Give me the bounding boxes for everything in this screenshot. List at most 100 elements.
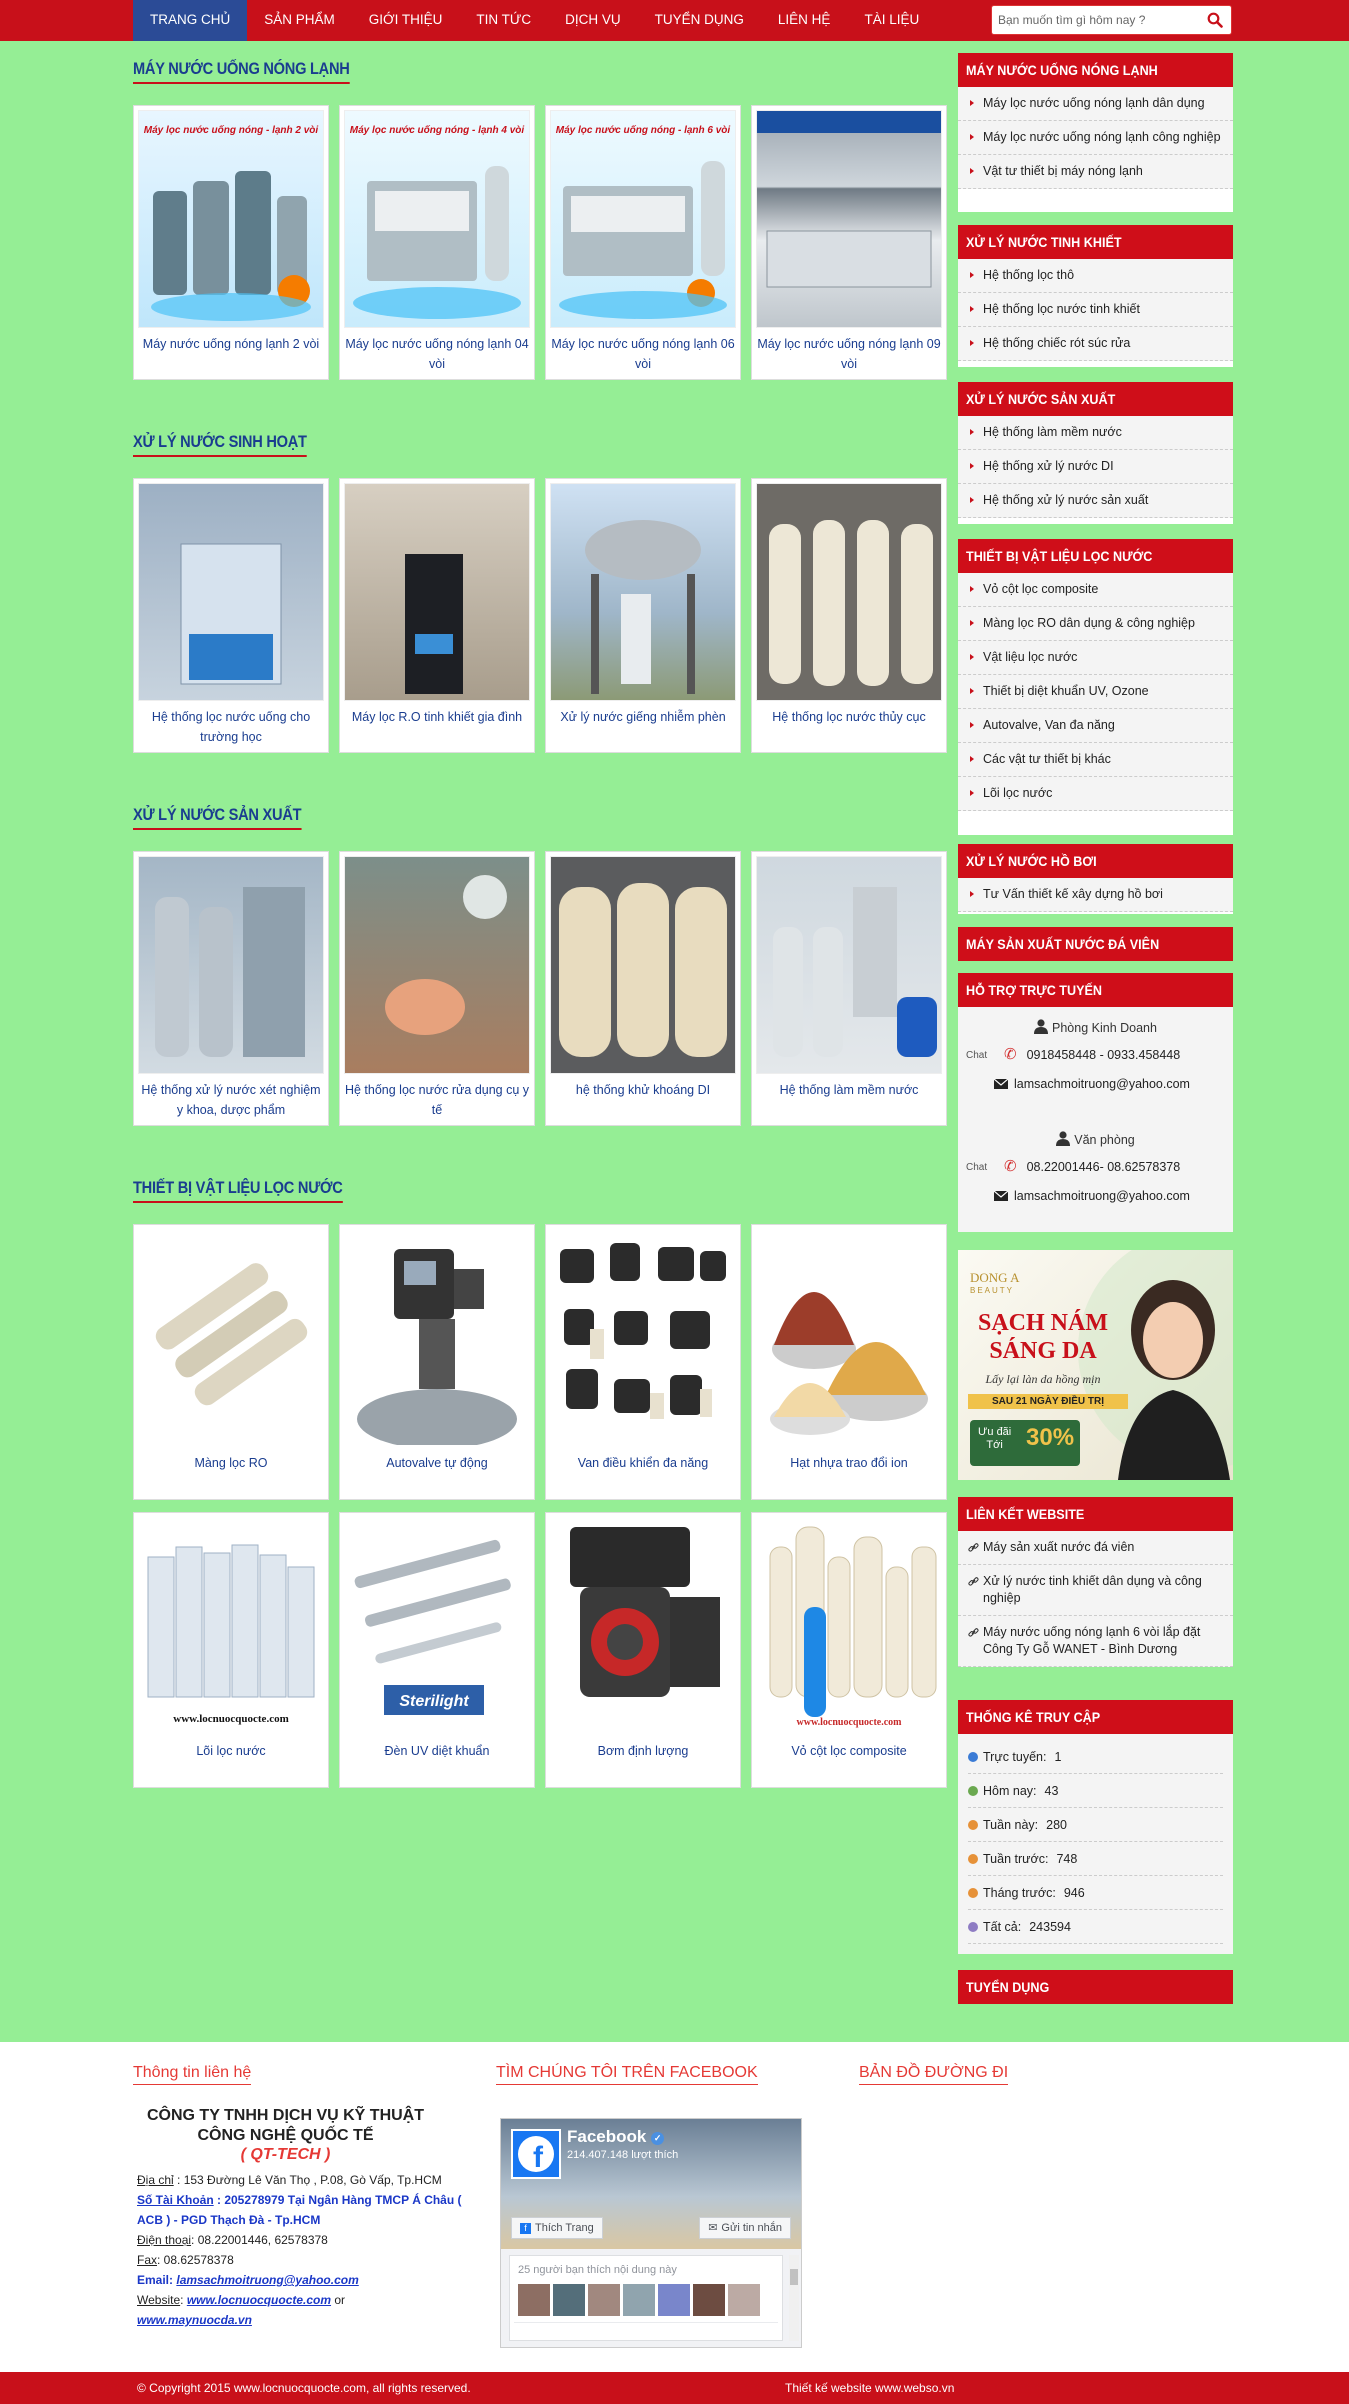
product-image[interactable] <box>344 856 530 1074</box>
avatar[interactable] <box>623 2284 655 2316</box>
section-title[interactable]: Xử lý nước sản xuất <box>133 805 302 830</box>
product-image[interactable] <box>550 483 736 701</box>
sidebar-item[interactable]: Hệ thống xử lý nước DI <box>958 450 1233 484</box>
product-name[interactable]: Vỏ cột lọc composite <box>756 1741 942 1761</box>
product-card[interactable]: Xử lý nước giếng nhiễm phèn <box>545 478 741 753</box>
product-image[interactable] <box>756 483 942 701</box>
product-card[interactable]: www.locnuocquocte.com Lõi lọc nước <box>133 1512 329 1788</box>
product-name[interactable]: hệ thống khử khoáng DI <box>550 1080 736 1100</box>
product-name[interactable]: Hệ thống lọc nước thủy cục <box>756 707 942 727</box>
product-image[interactable]: www.locnuocquocte.com <box>756 1517 942 1735</box>
support-phone[interactable]: ✆ 08.22001446- 08.62578378 <box>1004 1157 1180 1175</box>
product-card[interactable]: Hệ thống lọc nước rửa dụng cụ y tế <box>339 851 535 1126</box>
avatar[interactable] <box>658 2284 690 2316</box>
facebook-logo-icon[interactable]: f <box>511 2129 561 2179</box>
product-card[interactable]: Hạt nhựa trao đổi ion <box>751 1224 947 1500</box>
avatar[interactable] <box>693 2284 725 2316</box>
product-image[interactable] <box>756 1229 942 1447</box>
sidebar-item[interactable]: Autovalve, Van đa năng <box>958 709 1233 743</box>
product-image[interactable] <box>138 856 324 1074</box>
sidebar-item[interactable]: Vỏ cột lọc composite <box>958 573 1233 607</box>
sidebar-item[interactable]: Tư Vấn thiết kế xây dựng hồ bơi <box>958 878 1233 912</box>
product-name[interactable]: Hệ thống xử lý nước xét nghiệm y khoa, d… <box>138 1080 324 1120</box>
nav-lien-he[interactable]: Liên hệ <box>761 0 848 41</box>
product-card[interactable]: Autovalve tự động <box>339 1224 535 1500</box>
search-input[interactable] <box>992 6 1197 34</box>
nav-san-pham[interactable]: Sản phẩm <box>247 0 352 41</box>
website-link[interactable]: Máy nước uống nóng lạnh 6 vòi lắp đặt Cô… <box>958 1616 1233 1667</box>
product-name[interactable]: Xử lý nước giếng nhiễm phèn <box>550 707 736 727</box>
support-email[interactable]: lamsachmoitruong@yahoo.com <box>993 1077 1190 1092</box>
product-card[interactable]: Màng lọc RO <box>133 1224 329 1500</box>
website-link[interactable]: Xử lý nước tinh khiết dân dụng và công n… <box>958 1565 1233 1616</box>
section-title[interactable]: Thiết bị vật liệu lọc nước <box>133 1178 343 1203</box>
sidebar-box-title[interactable]: Thiết bị vật liệu lọc nước <box>958 539 1233 573</box>
sidebar-item[interactable]: Các vật tư thiết bị khác <box>958 743 1233 777</box>
nav-gioi-thieu[interactable]: Giới thiệu <box>352 0 460 41</box>
product-name[interactable]: Máy lọc nước uống nóng lạnh 09 vòi <box>756 334 942 374</box>
ad-banner[interactable]: DONG A BEAUTY SẠCH NÁM SÁNG DA Lấy lại l… <box>958 1250 1233 1480</box>
product-card[interactable]: Hệ thống lọc nước thủy cục <box>751 478 947 753</box>
sidebar-item[interactable]: Màng lọc RO dân dụng & công nghiệp <box>958 607 1233 641</box>
product-image[interactable]: Máy lọc nước uống nóng - lạnh 2 vòi <box>138 110 324 328</box>
product-card[interactable]: Máy lọc nước uống nóng - lạnh 6 vòi Máy … <box>545 105 741 380</box>
website-link[interactable]: www.locnuocquocte.com <box>187 2293 331 2307</box>
product-name[interactable]: Hệ thống lọc nước uống cho trường học <box>138 707 324 747</box>
sidebar-item[interactable]: Hệ thống lọc thô <box>958 259 1233 293</box>
product-name[interactable]: Hệ thống làm mềm nước <box>756 1080 942 1100</box>
product-name[interactable]: Máy lọc nước uống nóng lạnh 06 vòi <box>550 334 736 374</box>
nav-tin-tuc[interactable]: Tin tức <box>459 0 548 41</box>
facebook-page-name[interactable]: Facebook ✓ <box>567 2127 665 2147</box>
support-phone[interactable]: ✆ 0918458448 - 0933.458448 <box>1004 1045 1180 1063</box>
section-title[interactable]: Máy nước uống nóng lạnh <box>133 59 350 84</box>
facebook-scrollbar[interactable] <box>789 2255 799 2341</box>
sidebar-item[interactable]: Hệ thống xử lý nước sản xuất <box>958 484 1233 518</box>
nav-tai-lieu[interactable]: Tài liệu <box>847 0 936 41</box>
sidebar-item[interactable]: Hệ thống lọc nước tinh khiết <box>958 293 1233 327</box>
chat-icon[interactable]: Chat <box>966 1050 987 1061</box>
nav-dich-vu[interactable]: Dịch vụ <box>548 0 638 41</box>
product-card[interactable]: Máy lọc nước uống nóng lạnh 09 vòi <box>751 105 947 380</box>
sidebar-box-title[interactable]: Máy nước uống nóng lạnh <box>958 53 1233 87</box>
sidebar-item[interactable]: Vật tư thiết bị máy nóng lạnh <box>958 155 1233 189</box>
product-image[interactable]: Sterilight <box>344 1517 530 1735</box>
product-card[interactable]: Máy lọc R.O tinh khiết gia đình <box>339 478 535 753</box>
product-name[interactable]: Autovalve tự động <box>344 1453 530 1473</box>
product-card[interactable]: Máy lọc nước uống nóng - lạnh 4 vòi Máy … <box>339 105 535 380</box>
product-image[interactable] <box>550 856 736 1074</box>
product-name[interactable]: Bơm định lượng <box>550 1741 736 1761</box>
product-image[interactable] <box>344 483 530 701</box>
product-card[interactable]: Bơm định lượng <box>545 1512 741 1788</box>
product-card[interactable]: Máy lọc nước uống nóng - lạnh 2 vòi Máy … <box>133 105 329 380</box>
chat-icon[interactable]: Chat <box>966 1162 987 1173</box>
sidebar-item[interactable]: Máy lọc nước uống nóng lạnh công nghiệp <box>958 121 1233 155</box>
product-name[interactable]: Máy nước uống nóng lạnh 2 vòi <box>138 334 324 354</box>
sidebar-item[interactable]: Vật liệu lọc nước <box>958 641 1233 675</box>
product-image[interactable] <box>550 1229 736 1447</box>
website-link[interactable]: Máy sản xuất nước đá viên <box>958 1531 1233 1565</box>
sidebar-box-title[interactable]: Xử lý nước tinh khiết <box>958 225 1233 259</box>
avatar[interactable] <box>518 2284 550 2316</box>
product-name[interactable]: Màng lọc RO <box>138 1453 324 1473</box>
product-image[interactable] <box>550 1517 736 1735</box>
avatar[interactable] <box>588 2284 620 2316</box>
product-name[interactable]: Hệ thống lọc nước rửa dụng cụ y tế <box>344 1080 530 1120</box>
email-link[interactable]: lamsachmoitruong@yahoo.com <box>176 2273 358 2287</box>
avatar[interactable] <box>553 2284 585 2316</box>
product-card[interactable]: Hệ thống xử lý nước xét nghiệm y khoa, d… <box>133 851 329 1126</box>
nav-trang-chu[interactable]: Trang chủ <box>133 0 248 41</box>
facebook-message-button[interactable]: ✉ Gửi tin nhắn <box>699 2217 791 2239</box>
sidebar-box-title[interactable]: Tuyển dụng <box>958 1970 1233 2004</box>
product-name[interactable]: Van điều khiển đa năng <box>550 1453 736 1473</box>
product-image[interactable]: Máy lọc nước uống nóng - lạnh 6 vòi <box>550 110 736 328</box>
product-image[interactable] <box>756 110 942 328</box>
product-card[interactable]: Sterilight Đèn UV diệt khuẩn <box>339 1512 535 1788</box>
product-name[interactable]: Lõi lọc nước <box>138 1741 324 1761</box>
nav-tuyen-dung[interactable]: Tuyển dụng <box>638 0 761 41</box>
sidebar-item[interactable]: Máy lọc nước uống nóng lạnh dân dụng <box>958 87 1233 121</box>
sidebar-item[interactable]: Hệ thống chiếc rót súc rửa <box>958 327 1233 361</box>
search-button[interactable] <box>1202 8 1228 32</box>
designer-credit[interactable]: Thiết kế website www.webso.vn <box>785 2372 954 2404</box>
support-email[interactable]: lamsachmoitruong@yahoo.com <box>993 1189 1190 1204</box>
product-image[interactable] <box>138 1229 324 1447</box>
